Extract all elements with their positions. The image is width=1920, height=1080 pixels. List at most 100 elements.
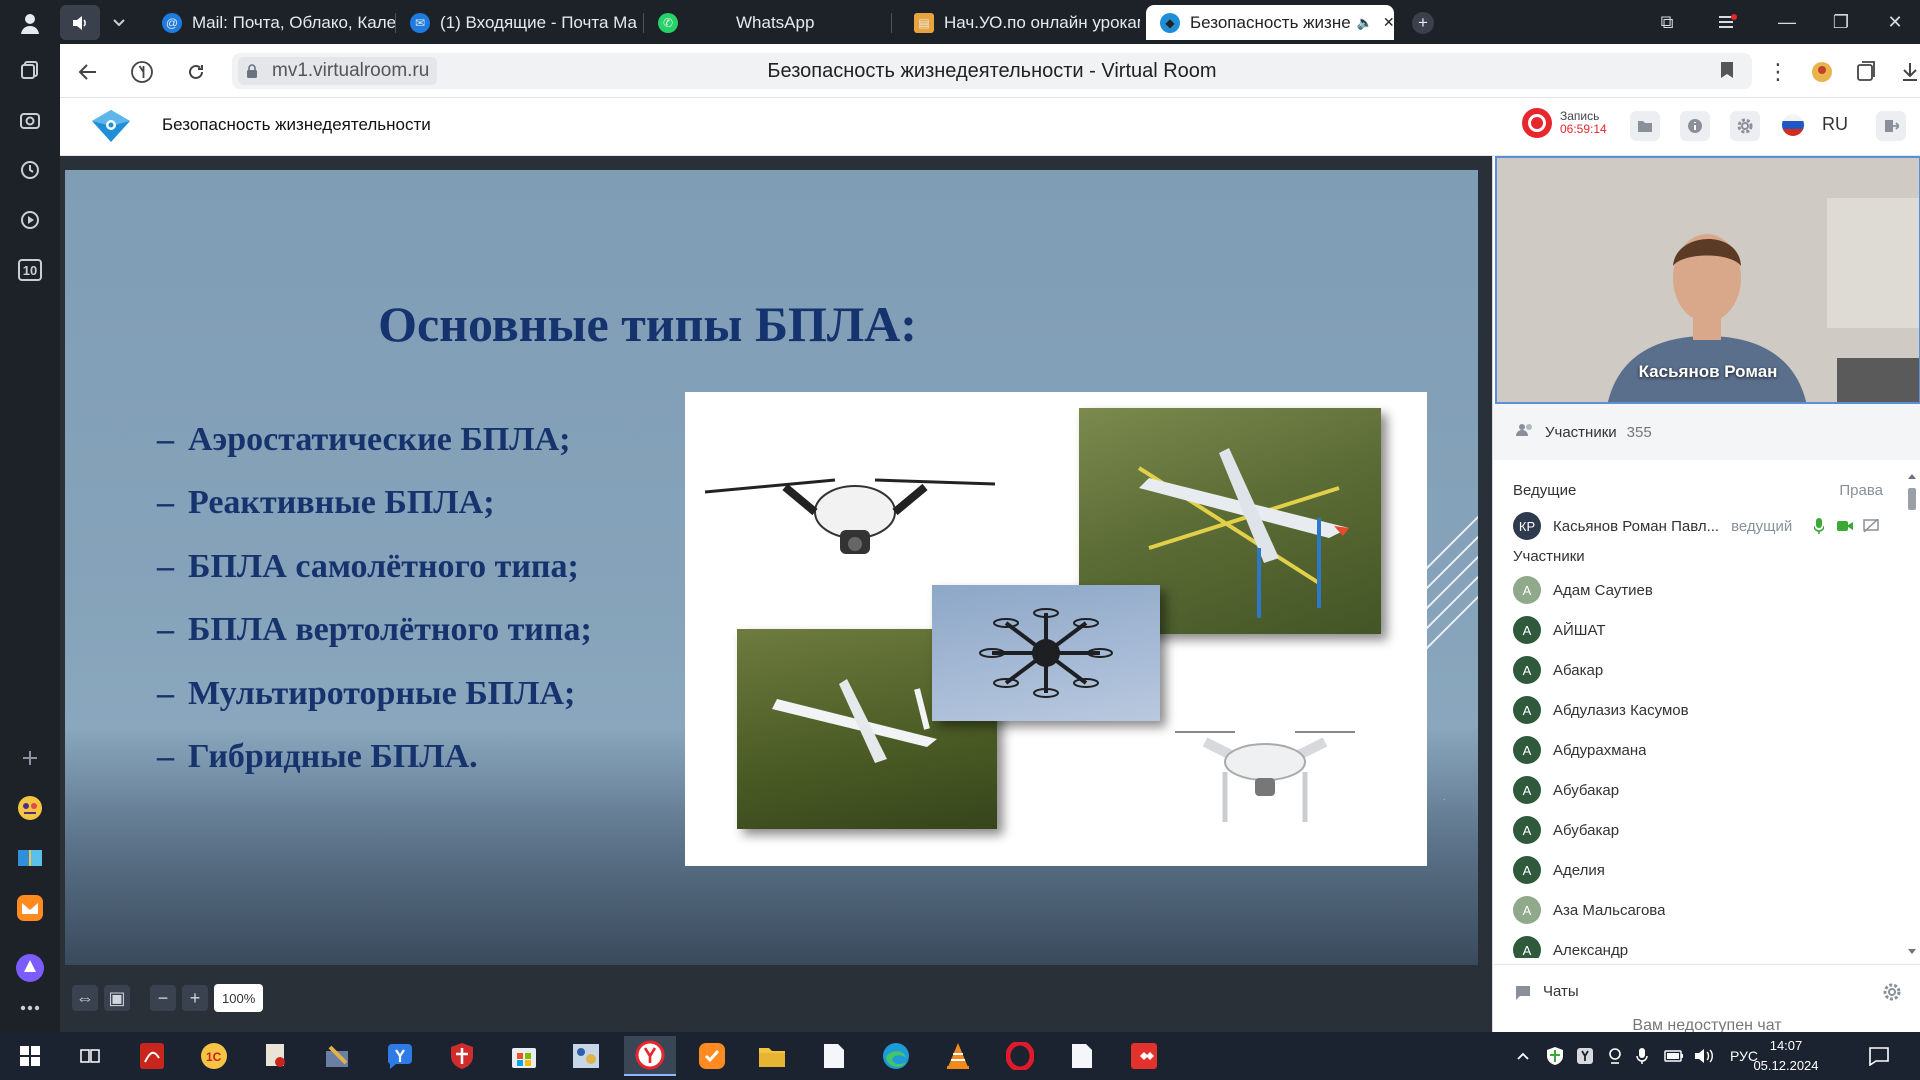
- microsoft-store-icon[interactable]: [502, 1036, 546, 1076]
- participants-header[interactable]: Участники 355: [1493, 404, 1920, 460]
- list-item[interactable]: А АЙШАТ: [1513, 610, 1893, 650]
- yandex-messenger-icon[interactable]: [378, 1036, 422, 1076]
- restore-icon[interactable]: ❐: [1814, 0, 1868, 44]
- info-icon[interactable]: [1680, 111, 1710, 141]
- bookmark-icon[interactable]: [1720, 61, 1734, 84]
- play-icon[interactable]: [12, 202, 48, 238]
- collections-toolbar-icon[interactable]: [1850, 56, 1882, 88]
- screenshot-icon[interactable]: [12, 102, 48, 138]
- list-item[interactable]: А Аза Мальсагова: [1513, 890, 1893, 930]
- windows-start-icon[interactable]: [8, 1036, 52, 1076]
- battery-tray-icon[interactable]: [1664, 1042, 1684, 1070]
- yandex-home-button[interactable]: [126, 56, 158, 88]
- task-view-icon[interactable]: [68, 1036, 112, 1076]
- game-app-icon[interactable]: [12, 790, 48, 826]
- add-panel-icon[interactable]: [12, 740, 48, 776]
- tab-whatsapp[interactable]: ✆ WhatsApp: [644, 5, 892, 40]
- list-item[interactable]: А Абдулазиз Касумов: [1513, 690, 1893, 730]
- avatar: А: [1513, 896, 1541, 924]
- tab-virtualroom[interactable]: ◆ Безопасность жизне 🔈 ✕: [1146, 5, 1394, 40]
- list-item[interactable]: А Абдурахмана: [1513, 730, 1893, 770]
- security-tray-icon[interactable]: [1546, 1042, 1564, 1070]
- collections-icon[interactable]: [12, 52, 48, 88]
- blank-document-icon[interactable]: [812, 1036, 856, 1076]
- list-item[interactable]: А Аделия: [1513, 850, 1893, 890]
- presenter-video[interactable]: Касьянов Роман: [1495, 156, 1920, 404]
- tabs-manager-icon[interactable]: ⧉: [1640, 0, 1694, 44]
- alice-assistant-icon[interactable]: [12, 950, 48, 986]
- slide-zoom-toolbar: ⇔ ▣ − + 100%: [72, 982, 264, 1014]
- camera-icon[interactable]: [1835, 516, 1855, 536]
- vlc-player-icon[interactable]: [936, 1036, 980, 1076]
- taskbar-clock[interactable]: 14:07 05.12.2024: [1748, 1036, 1824, 1076]
- microphone-tray-icon[interactable]: [1636, 1042, 1648, 1070]
- list-item[interactable]: А Адам Саутиев: [1513, 570, 1893, 610]
- minimize-icon[interactable]: —: [1760, 0, 1814, 44]
- file-explorer-icon[interactable]: [750, 1036, 794, 1076]
- exit-icon[interactable]: [1876, 111, 1906, 141]
- more-icon[interactable]: [12, 990, 48, 1026]
- history-icon[interactable]: [12, 152, 48, 188]
- microphone-icon[interactable]: [1809, 516, 1829, 536]
- recording-indicator[interactable]: Запись 06:59:14: [1522, 108, 1607, 138]
- zoom-level[interactable]: 100%: [214, 984, 264, 1012]
- screen-share-off-icon[interactable]: [1861, 516, 1881, 536]
- tab-audio[interactable]: [60, 5, 100, 40]
- list-item[interactable]: А Абакар: [1513, 650, 1893, 690]
- certificate-app-icon[interactable]: [254, 1036, 298, 1076]
- folder-icon[interactable]: [1630, 111, 1660, 141]
- list-item[interactable]: А Абубакар: [1513, 810, 1893, 850]
- downloads-icon[interactable]: [1894, 56, 1920, 88]
- edge-browser-icon[interactable]: [874, 1036, 918, 1076]
- language-selector[interactable]: RU: [1822, 114, 1848, 135]
- notifications-icon[interactable]: [1868, 1042, 1890, 1070]
- kebab-menu-icon[interactable]: ⋮: [1762, 56, 1794, 88]
- volume-tray-icon[interactable]: [1694, 1042, 1714, 1070]
- anydesk-icon[interactable]: [1122, 1036, 1166, 1076]
- tabs-count-badge[interactable]: 10: [12, 252, 48, 288]
- fit-width-icon[interactable]: ⇔: [72, 985, 98, 1011]
- browser-menu-icon[interactable]: [1700, 0, 1754, 44]
- document-file-icon[interactable]: [1060, 1036, 1104, 1076]
- task-checklist-icon[interactable]: [690, 1036, 734, 1076]
- virtualroom-logo-icon[interactable]: [90, 108, 132, 144]
- tray-overflow-chevron-icon[interactable]: [1516, 1042, 1530, 1070]
- close-window-icon[interactable]: ✕: [1868, 0, 1920, 44]
- 1c-app-icon[interactable]: 1С: [192, 1036, 236, 1076]
- chat-settings-icon[interactable]: [1881, 981, 1903, 1006]
- back-button[interactable]: [72, 56, 104, 88]
- whatsapp-icon: ✆: [658, 12, 678, 33]
- settings-gear-icon[interactable]: [1730, 111, 1760, 141]
- list-item[interactable]: А Александр: [1513, 930, 1893, 958]
- mail-app-icon[interactable]: [12, 890, 48, 926]
- fit-page-icon[interactable]: ▣: [104, 985, 130, 1011]
- book-app-icon[interactable]: [12, 840, 48, 876]
- webcam-tray-icon[interactable]: [1606, 1042, 1624, 1070]
- tab-mail-inbox[interactable]: ✉ (1) Входящие - Почта Ма: [396, 5, 644, 40]
- opera-browser-icon[interactable]: [998, 1036, 1042, 1076]
- extension-icon[interactable]: [1806, 56, 1838, 88]
- new-tab-button[interactable]: +: [1404, 5, 1440, 40]
- participants-scrollbar[interactable]: [1907, 472, 1917, 956]
- chats-label[interactable]: Чаты: [1543, 983, 1579, 1000]
- list-item[interactable]: А Абубакар: [1513, 770, 1893, 810]
- tab-list-dropdown[interactable]: [104, 5, 138, 40]
- tab-document[interactable]: ▤ Нач.УО.по онлайн урокам: [900, 5, 1140, 40]
- yandex-browser-taskbar-icon[interactable]: [624, 1036, 676, 1076]
- yandex-tray-icon[interactable]: [1576, 1042, 1594, 1070]
- tab-mail-ru[interactable]: @ Mail: Почта, Облако, Кале: [148, 5, 396, 40]
- tab-sound-icon[interactable]: 🔈: [1357, 15, 1373, 31]
- rights-label[interactable]: Права: [1839, 482, 1883, 499]
- host-row[interactable]: КР Касьянов Роман Павл... ведущий: [1513, 506, 1893, 546]
- profile-icon[interactable]: [12, 6, 48, 42]
- zoom-in-button[interactable]: +: [182, 985, 208, 1011]
- antivirus-shield-icon[interactable]: [440, 1036, 484, 1076]
- pdf-reader-icon[interactable]: [130, 1036, 174, 1076]
- close-tab-icon[interactable]: ✕: [1383, 14, 1394, 31]
- tools-app-icon[interactable]: [316, 1036, 360, 1076]
- url-field[interactable]: mv1.virtualroom.ru Безопасность жизнедея…: [232, 53, 1752, 89]
- zoom-out-button[interactable]: −: [150, 985, 176, 1011]
- reload-button[interactable]: [180, 56, 212, 88]
- photo-app-icon[interactable]: [564, 1036, 608, 1076]
- russian-flag-icon[interactable]: [1782, 114, 1804, 136]
